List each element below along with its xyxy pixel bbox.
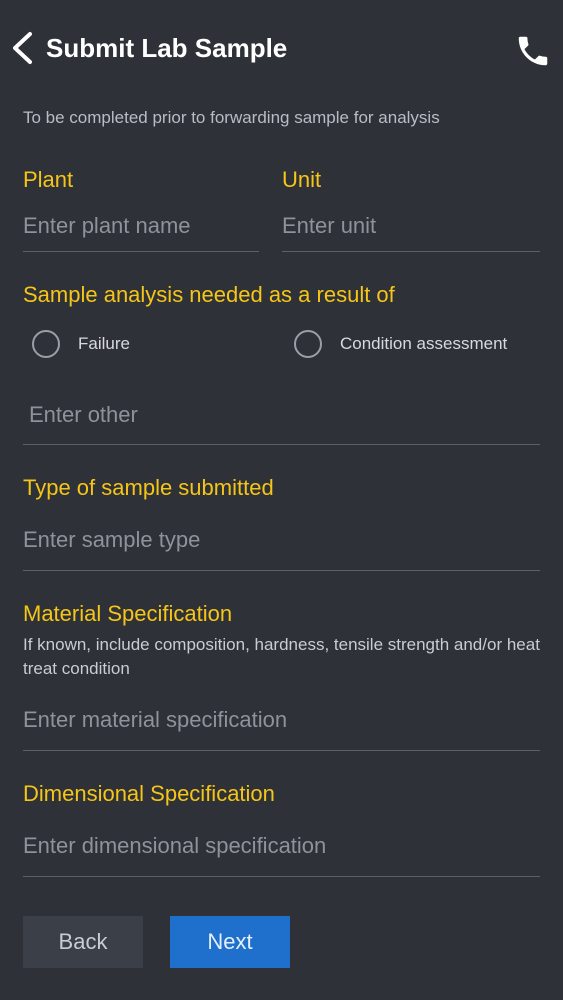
sample-type-input[interactable] [23, 510, 540, 571]
phone-icon[interactable] [514, 32, 552, 70]
page-title: Submit Lab Sample [46, 33, 288, 63]
form-subtitle: To be completed prior to forwarding samp… [23, 108, 440, 127]
material-helper-text: If known, include composition, hardness,… [23, 635, 540, 678]
radio-condition-assessment[interactable]: Condition assessment [294, 330, 507, 358]
radio-circle[interactable] [32, 330, 60, 358]
plant-label: Plant [23, 167, 74, 192]
next-button[interactable]: Next [170, 916, 290, 968]
dimensional-input[interactable] [23, 815, 540, 877]
other-input[interactable] [23, 386, 540, 445]
radio-circle[interactable] [294, 330, 322, 358]
radio-condition-assessment-label: Condition assessment [340, 334, 508, 353]
unit-input[interactable] [282, 200, 540, 252]
dimensional-label: Dimensional Specification [23, 781, 275, 806]
unit-label: Unit [282, 167, 322, 192]
plant-input[interactable] [23, 200, 259, 252]
radio-failure-label: Failure [78, 334, 130, 353]
back-button[interactable]: Back [23, 916, 143, 968]
material-label: Material Specification [23, 601, 233, 626]
radio-failure[interactable]: Failure [32, 330, 130, 358]
chevron-left-icon[interactable] [10, 30, 34, 66]
sample-type-label: Type of sample submitted [23, 475, 274, 500]
material-input[interactable] [23, 690, 540, 751]
analysis-label: Sample analysis needed as a result of [23, 282, 395, 307]
header: Submit Lab Sample [0, 0, 563, 100]
